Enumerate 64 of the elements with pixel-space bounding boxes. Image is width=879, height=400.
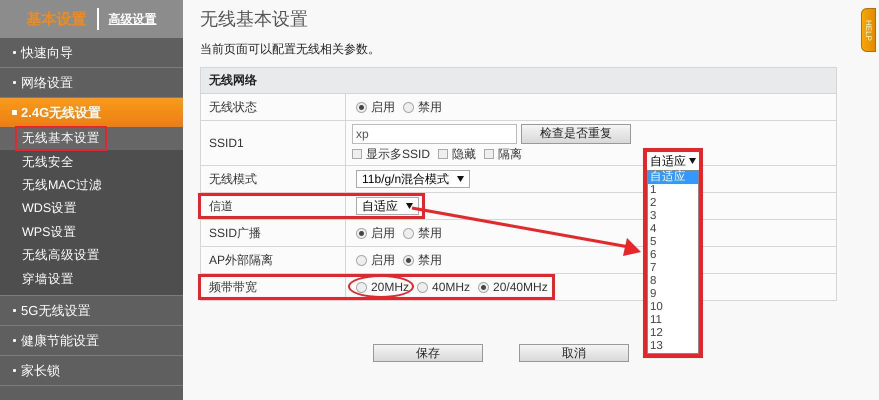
channel-option[interactable]: 8 [648, 275, 698, 288]
field-label: SSID广播 [209, 224, 262, 242]
menu-item[interactable]: 家长锁 [0, 356, 183, 386]
radio-button[interactable] [403, 254, 414, 266]
field-label: AP外部隔离 [209, 252, 274, 268]
dropdown-select[interactable]: 11b/g/n混合模式 [356, 170, 470, 188]
menu-item[interactable]: 健康节能设置 [0, 326, 183, 356]
caret-icon [689, 158, 696, 164]
submenu-item[interactable]: 无线安全 [15, 150, 81, 175]
submenu-item[interactable]: 无线高级设置 [15, 243, 107, 268]
radio-button[interactable] [478, 282, 490, 292]
checkbox[interactable] [484, 149, 494, 159]
form-button[interactable]: 取消 [519, 344, 629, 362]
option-label: 启用 [371, 224, 395, 242]
dropdown-select[interactable]: 自适应 [356, 197, 419, 215]
channel-option[interactable]: 7 [648, 262, 698, 275]
option-label: 20MHz [371, 280, 410, 294]
radio-button[interactable] [356, 282, 367, 292]
option-label: 显示多SSID [366, 146, 430, 162]
field-label: 无线状态 [209, 98, 257, 116]
channel-option[interactable]: 11 [648, 314, 698, 327]
channel-option[interactable]: 1 [648, 184, 698, 197]
radio-button[interactable] [403, 228, 414, 238]
channel-option[interactable]: 4 [648, 223, 698, 236]
submenu-item[interactable]: WPS设置 [15, 220, 84, 245]
page-description: 当前页面可以配置无线相关参数。 [200, 42, 381, 57]
option-label: 启用 [371, 252, 395, 268]
option-label: 启用 [371, 98, 395, 116]
option-label: 禁用 [418, 252, 442, 268]
channel-option[interactable]: 13 [648, 340, 698, 353]
channel-option[interactable]: 5 [648, 236, 698, 249]
form-button[interactable]: 保存 [373, 344, 483, 362]
caret-icon [406, 203, 413, 209]
field-label: 无线模式 [209, 170, 257, 188]
option-label: 隐藏 [452, 146, 476, 162]
option-label: 隔离 [498, 146, 522, 162]
submenu-item[interactable]: WDS设置 [15, 196, 84, 222]
channel-option[interactable]: 9 [648, 288, 698, 301]
submenu-item[interactable]: 无线基本设置 [15, 126, 107, 152]
field-label: SSID1 [209, 136, 244, 150]
channel-option[interactable]: 10 [648, 301, 698, 314]
field-label: 频带带宽 [209, 278, 257, 296]
option-label: 禁用 [418, 98, 442, 116]
channel-option[interactable]: 3 [648, 210, 698, 223]
option-label: 禁用 [418, 224, 442, 242]
section-title: 无线网络 [209, 72, 257, 89]
checkbox[interactable] [352, 149, 362, 159]
radio-button[interactable] [417, 282, 428, 292]
caret-icon [457, 176, 464, 182]
ssid-input[interactable]: xp [352, 124, 517, 144]
radio-button[interactable] [356, 254, 367, 266]
field-label: 信道 [209, 198, 233, 214]
radio-button[interactable] [356, 102, 367, 112]
submenu-item[interactable]: 无线MAC过滤 [15, 172, 109, 198]
option-label: 20/40MHz [493, 280, 548, 294]
checkbox[interactable] [438, 149, 448, 159]
check-duplicate-button[interactable]: 检查是否重复 [521, 124, 631, 144]
option-label: 40MHz [432, 280, 470, 294]
channel-option[interactable]: 6 [648, 249, 698, 262]
radio-button[interactable] [403, 102, 414, 112]
channel-option[interactable]: 12 [648, 327, 698, 340]
channel-option[interactable]: 2 [648, 197, 698, 210]
submenu-item[interactable]: 穿墙设置 [15, 266, 81, 292]
radio-button[interactable] [356, 228, 367, 238]
